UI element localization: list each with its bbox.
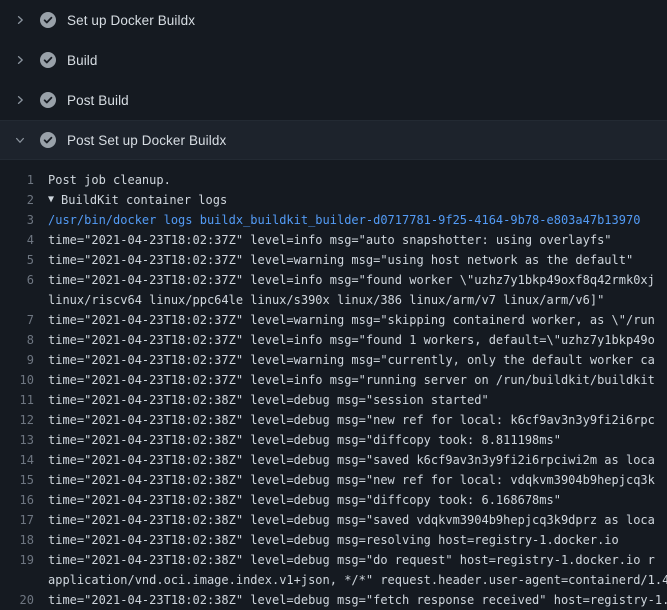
log-text: time="2021-04-23T18:02:38Z" level=debug … bbox=[48, 470, 655, 490]
line-number[interactable] bbox=[0, 570, 48, 590]
chevron-right-icon bbox=[12, 14, 28, 26]
log-line: 14 time="2021-04-23T18:02:38Z" level=deb… bbox=[0, 450, 667, 470]
step-title: Post Build bbox=[67, 93, 129, 108]
log-text: time="2021-04-23T18:02:37Z" level=warnin… bbox=[48, 250, 633, 270]
line-number[interactable]: 17 bbox=[0, 510, 48, 530]
line-number[interactable]: 6 bbox=[0, 270, 48, 290]
chevron-right-icon bbox=[12, 94, 28, 106]
log-text: time="2021-04-23T18:02:38Z" level=debug … bbox=[48, 530, 619, 550]
log-line: application/vnd.oci.image.index.v1+json,… bbox=[0, 570, 667, 590]
log-text: time="2021-04-23T18:02:38Z" level=debug … bbox=[48, 510, 655, 530]
log-line: 20 time="2021-04-23T18:02:38Z" level=deb… bbox=[0, 590, 667, 610]
log-text: time="2021-04-23T18:02:38Z" level=debug … bbox=[48, 450, 655, 470]
line-number[interactable]: 7 bbox=[0, 310, 48, 330]
line-number[interactable] bbox=[0, 290, 48, 310]
line-number[interactable]: 11 bbox=[0, 390, 48, 410]
log-line: 3 /usr/bin/docker logs buildx_buildkit_b… bbox=[0, 210, 667, 230]
step-header[interactable]: Build bbox=[0, 40, 667, 80]
log-text: application/vnd.oci.image.index.v1+json,… bbox=[48, 570, 667, 590]
log-text: BuildKit container logs bbox=[61, 190, 227, 210]
log-text: Post job cleanup. bbox=[48, 170, 171, 190]
line-number[interactable]: 18 bbox=[0, 530, 48, 550]
group-toggle-icon: ▼ bbox=[48, 190, 54, 210]
check-circle-icon bbox=[40, 92, 56, 108]
line-number[interactable]: 14 bbox=[0, 450, 48, 470]
line-number[interactable]: 12 bbox=[0, 410, 48, 430]
workflow-log-viewer: Set up Docker Buildx Build P bbox=[0, 0, 667, 600]
log-line: 13 time="2021-04-23T18:02:38Z" level=deb… bbox=[0, 430, 667, 450]
line-number[interactable]: 5 bbox=[0, 250, 48, 270]
log-line: 18 time="2021-04-23T18:02:38Z" level=deb… bbox=[0, 530, 667, 550]
log-text: linux/riscv64 linux/ppc64le linux/s390x … bbox=[48, 290, 604, 310]
line-number[interactable]: 2 bbox=[0, 190, 48, 210]
log-text: time="2021-04-23T18:02:38Z" level=debug … bbox=[48, 410, 655, 430]
step-header[interactable]: Post Set up Docker Buildx bbox=[0, 120, 667, 160]
log-line: linux/riscv64 linux/ppc64le linux/s390x … bbox=[0, 290, 667, 310]
log-line: 7 time="2021-04-23T18:02:37Z" level=warn… bbox=[0, 310, 667, 330]
log-text: time="2021-04-23T18:02:37Z" level=info m… bbox=[48, 330, 655, 350]
line-number[interactable]: 20 bbox=[0, 590, 48, 610]
log-line[interactable]: 2 ▼ BuildKit container logs bbox=[0, 190, 667, 210]
line-number[interactable]: 4 bbox=[0, 230, 48, 250]
step-header[interactable]: Set up Docker Buildx bbox=[0, 0, 667, 40]
log-line: 19 time="2021-04-23T18:02:38Z" level=deb… bbox=[0, 550, 667, 570]
log-line: 12 time="2021-04-23T18:02:38Z" level=deb… bbox=[0, 410, 667, 430]
log-text: time="2021-04-23T18:02:38Z" level=debug … bbox=[48, 430, 561, 450]
line-number[interactable]: 9 bbox=[0, 350, 48, 370]
log-text: time="2021-04-23T18:02:37Z" level=info m… bbox=[48, 230, 612, 250]
line-number[interactable]: 16 bbox=[0, 490, 48, 510]
log-line: 16 time="2021-04-23T18:02:38Z" level=deb… bbox=[0, 490, 667, 510]
log-line: 15 time="2021-04-23T18:02:38Z" level=deb… bbox=[0, 470, 667, 490]
log-line: 4 time="2021-04-23T18:02:37Z" level=info… bbox=[0, 230, 667, 250]
line-number[interactable]: 19 bbox=[0, 550, 48, 570]
log-line: 5 time="2021-04-23T18:02:37Z" level=warn… bbox=[0, 250, 667, 270]
log-line: 6 time="2021-04-23T18:02:37Z" level=info… bbox=[0, 270, 667, 290]
log-line: 8 time="2021-04-23T18:02:37Z" level=info… bbox=[0, 330, 667, 350]
log-line: 17 time="2021-04-23T18:02:38Z" level=deb… bbox=[0, 510, 667, 530]
check-circle-icon bbox=[40, 52, 56, 68]
step-title: Post Set up Docker Buildx bbox=[67, 133, 226, 148]
log-text: time="2021-04-23T18:02:37Z" level=warnin… bbox=[48, 350, 655, 370]
log-text: time="2021-04-23T18:02:38Z" level=debug … bbox=[48, 590, 667, 610]
check-circle-icon bbox=[40, 132, 56, 148]
line-number[interactable]: 13 bbox=[0, 430, 48, 450]
line-number[interactable]: 10 bbox=[0, 370, 48, 390]
log-text: time="2021-04-23T18:02:37Z" level=info m… bbox=[48, 270, 655, 290]
log-line: 1 Post job cleanup. bbox=[0, 170, 667, 190]
log-text: time="2021-04-23T18:02:37Z" level=warnin… bbox=[48, 310, 655, 330]
step-title: Build bbox=[67, 53, 98, 68]
log-area: 1 Post job cleanup. 2 ▼ BuildKit contain… bbox=[0, 160, 667, 610]
line-number[interactable]: 3 bbox=[0, 210, 48, 230]
line-number[interactable]: 8 bbox=[0, 330, 48, 350]
log-text: time="2021-04-23T18:02:38Z" level=debug … bbox=[48, 550, 655, 570]
log-text: time="2021-04-23T18:02:37Z" level=info m… bbox=[48, 370, 655, 390]
log-text: /usr/bin/docker logs buildx_buildkit_bui… bbox=[48, 210, 640, 230]
line-number[interactable]: 15 bbox=[0, 470, 48, 490]
chevron-down-icon bbox=[12, 134, 28, 146]
step-title: Set up Docker Buildx bbox=[67, 13, 195, 28]
step-header-list: Set up Docker Buildx Build P bbox=[0, 0, 667, 160]
log-text: time="2021-04-23T18:02:38Z" level=debug … bbox=[48, 390, 489, 410]
step-header[interactable]: Post Build bbox=[0, 80, 667, 120]
log-line: 9 time="2021-04-23T18:02:37Z" level=warn… bbox=[0, 350, 667, 370]
check-circle-icon bbox=[40, 12, 56, 28]
log-text: time="2021-04-23T18:02:38Z" level=debug … bbox=[48, 490, 561, 510]
log-line: 10 time="2021-04-23T18:02:37Z" level=inf… bbox=[0, 370, 667, 390]
line-number[interactable]: 1 bbox=[0, 170, 48, 190]
log-line: 11 time="2021-04-23T18:02:38Z" level=deb… bbox=[0, 390, 667, 410]
chevron-right-icon bbox=[12, 54, 28, 66]
